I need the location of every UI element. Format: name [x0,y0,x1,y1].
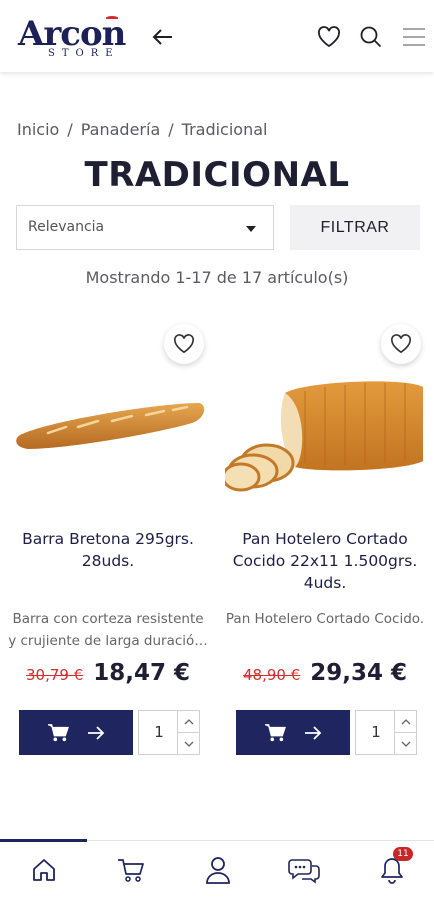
nav-account[interactable] [201,853,235,887]
result-count: Mostrando 1-17 de 17 artículo(s) [85,268,349,287]
product-image-baguette[interactable] [8,363,208,503]
quantity-stepper[interactable]: 1 [138,710,200,755]
breadcrumb: Inicio / Panadería / Tradicional [17,120,267,139]
bottom-navigation: 11 [0,839,434,900]
arrow-right-icon [88,725,105,740]
product-image-sliced-bread[interactable] [225,363,425,503]
breadcrumb-item-home[interactable]: Inicio [17,120,59,139]
product-name[interactable]: Pan Hotelero Cortado Cocido 22x11 1.500g… [225,528,425,594]
product-description: Pan Hotelero Cortado Cocido. [225,611,425,627]
chevron-down-icon[interactable] [177,733,199,755]
active-tab-indicator [0,839,87,842]
breadcrumb-item-current: Tradicional [181,120,268,139]
logo-accent [106,16,118,20]
price-row: 30,79 € 18,47 € [8,660,208,686]
breadcrumb-separator: / [67,120,73,139]
product-name[interactable]: Barra Bretona 295grs. 28uds. [8,528,208,572]
current-price: 18,47 € [93,660,191,686]
chevron-down-icon[interactable] [394,733,416,755]
cart-icon [118,859,144,882]
caret-down-icon [246,226,256,232]
home-icon [33,859,55,881]
breadcrumb-separator: / [168,120,174,139]
chat-icon [288,859,320,884]
nav-chat[interactable] [287,853,321,887]
nav-notifications[interactable]: 11 [375,847,413,887]
heart-icon [174,334,194,354]
page-title: TRADICIONAL [84,155,350,195]
product-card[interactable]: Pan Hotelero Cortado Cocido 22x11 1.500g… [225,318,425,758]
price-row: 48,90 € 29,34 € [225,660,425,686]
sort-selected-value: Relevancia [28,219,105,235]
favorite-button[interactable] [381,324,421,364]
cart-icon [265,723,286,741]
chevron-up-icon[interactable] [394,711,416,733]
product-description: Barra con corteza resistente y crujiente… [8,611,208,649]
product-card[interactable]: Barra Bretona 295grs. 28uds. Barra con c… [8,318,208,758]
quantity-stepper[interactable]: 1 [355,710,417,755]
arrow-right-icon [305,725,322,740]
quantity-value[interactable]: 1 [139,723,179,741]
cart-icon [48,723,69,741]
search-icon[interactable] [358,24,384,50]
current-price: 29,34 € [310,660,408,686]
old-price: 30,79 € [25,666,84,684]
user-icon [206,857,230,884]
notification-badge: 11 [393,847,413,861]
nav-home[interactable] [27,853,61,887]
old-price: 48,90 € [242,666,301,684]
logo-subtext: STORE [48,48,120,59]
heart-icon[interactable] [316,24,342,50]
menu-icon[interactable] [401,24,427,50]
heart-icon [391,334,411,354]
chevron-up-icon[interactable] [177,711,199,733]
add-to-cart-button[interactable] [236,710,350,755]
filter-button[interactable]: FILTRAR [290,205,420,250]
add-to-cart-button[interactable] [19,710,133,755]
favorite-button[interactable] [164,324,204,364]
breadcrumb-item-bakery[interactable]: Panadería [81,120,161,139]
top-header: Arcon STORE [0,0,434,72]
store-logo[interactable]: Arcon STORE [18,14,143,62]
nav-cart[interactable] [114,853,148,887]
quantity-value[interactable]: 1 [356,723,396,741]
back-arrow-icon[interactable] [150,24,176,50]
sort-select[interactable]: Relevancia [16,205,274,250]
